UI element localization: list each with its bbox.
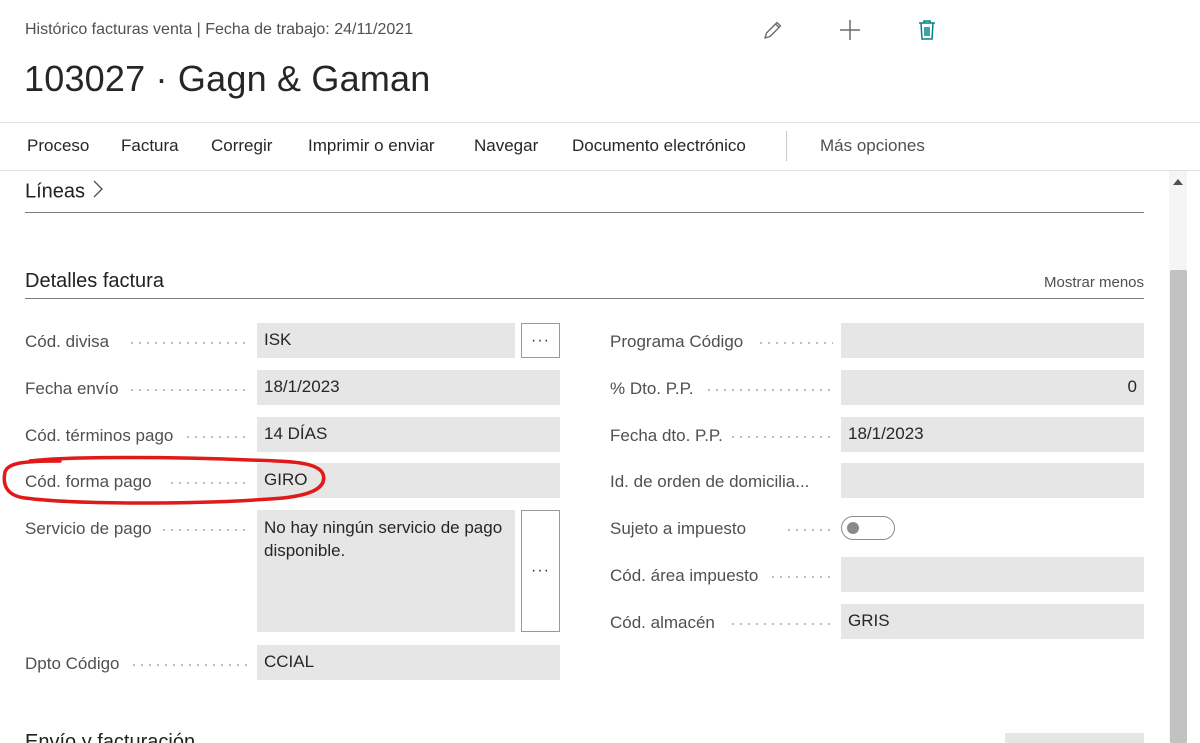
label-leader	[729, 623, 833, 625]
servicio-de-pago-lookup-button[interactable]: ···	[521, 510, 560, 632]
cod-area-impuesto-field[interactable]	[841, 557, 1144, 592]
fecha-dto-pp-field[interactable]: 18/1/2023	[841, 417, 1144, 452]
action-navegar[interactable]: Navegar	[474, 136, 538, 156]
programa-codigo-field[interactable]	[841, 323, 1144, 358]
servicio-de-pago-field[interactable]: No hay ningún servicio de pago disponibl…	[257, 510, 515, 632]
label-leader	[729, 436, 833, 438]
field-label-programa-codigo: Programa Código	[610, 332, 744, 351]
label-leader	[130, 664, 248, 666]
label-leader	[128, 342, 248, 344]
lines-section-title: Líneas	[25, 180, 86, 203]
label-leader	[769, 576, 833, 578]
label-leader	[128, 389, 248, 391]
field-label-fecha-envio: Fecha envío	[25, 379, 119, 398]
lines-section-header[interactable]: Líneas	[25, 180, 103, 204]
breadcrumb: Histórico facturas venta | Fecha de trab…	[25, 21, 414, 38]
dpto-codigo-field[interactable]: CCIAL	[257, 645, 560, 680]
lines-section-divider	[25, 212, 1144, 213]
action-bar: Proceso Factura Corregir Imprimir o envi…	[0, 122, 1200, 171]
action-documento-electronico[interactable]: Documento electrónico	[572, 136, 746, 156]
partial-field	[1005, 733, 1144, 743]
toggle-knob	[847, 522, 859, 534]
field-label-sujeto-a-impuesto: Sujeto a impuesto	[610, 519, 747, 538]
field-label-servicio-de-pago: Servicio de pago	[25, 519, 152, 538]
field-label-dpto-codigo: Dpto Código	[25, 654, 120, 673]
details-section-divider	[25, 298, 1144, 299]
field-label-dto-pp: % Dto. P.P.	[610, 379, 694, 398]
chevron-right-icon	[93, 180, 103, 204]
id-orden-domiciliacion-field[interactable]	[841, 463, 1144, 498]
more-options-button[interactable]: Más opciones	[820, 136, 925, 156]
field-label-fecha-dto-pp: Fecha dto. P.P.	[610, 426, 723, 445]
action-corregir[interactable]: Corregir	[211, 136, 272, 156]
fecha-envio-field[interactable]: 18/1/2023	[257, 370, 560, 405]
cod-divisa-lookup-button[interactable]: ···	[521, 323, 560, 358]
sujeto-a-impuesto-toggle[interactable]	[841, 516, 895, 540]
cod-terminos-pago-field[interactable]: 14 DÍAS	[257, 417, 560, 452]
cod-divisa-field[interactable]: ISK	[257, 323, 515, 358]
scrollbar-thumb[interactable]	[1170, 270, 1187, 743]
label-leader	[184, 436, 248, 438]
label-leader	[160, 529, 248, 531]
details-section-title: Detalles factura	[25, 270, 164, 292]
field-label-id-orden-domiciliacion: Id. de orden de domicilia...	[610, 472, 810, 491]
annotation-highlight	[2, 455, 326, 505]
plus-icon[interactable]	[834, 14, 866, 46]
field-label-cod-terminos-pago: Cód. términos pago	[25, 426, 174, 445]
field-label-cod-almacen: Cód. almacén	[610, 613, 715, 632]
cod-almacen-field[interactable]: GRIS	[841, 604, 1144, 639]
field-label-cod-divisa: Cód. divisa	[25, 332, 110, 351]
page-title: 103027 · Gagn & Gaman	[24, 58, 431, 99]
action-factura[interactable]: Factura	[121, 136, 179, 156]
action-imprimir-o-enviar[interactable]: Imprimir o enviar	[308, 136, 435, 156]
pencil-icon[interactable]	[757, 14, 789, 46]
dto-pp-field[interactable]: 0	[841, 370, 1144, 405]
field-label-cod-area-impuesto: Cód. área impuesto	[610, 566, 759, 585]
label-leader	[757, 342, 833, 344]
action-proceso[interactable]: Proceso	[27, 136, 89, 156]
show-less-link[interactable]: Mostrar menos	[1044, 274, 1144, 291]
label-leader	[705, 389, 833, 391]
label-leader	[785, 529, 833, 531]
next-section-title[interactable]: Envío y facturación	[25, 731, 195, 743]
scroll-up-arrow-icon[interactable]	[1169, 172, 1187, 192]
action-separator	[786, 131, 787, 161]
trash-icon[interactable]	[911, 14, 943, 46]
